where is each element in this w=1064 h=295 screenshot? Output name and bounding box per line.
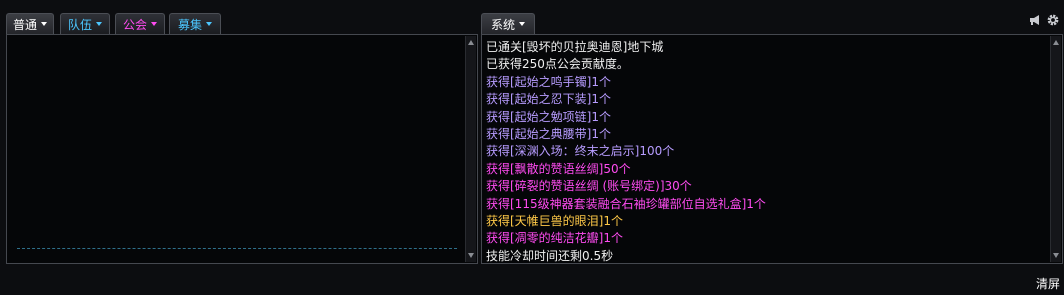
system-message[interactable]: 获得[天帷巨兽的眼泪]1个 xyxy=(486,213,1048,230)
tab-label: 队伍 xyxy=(67,17,92,32)
tab-guild[interactable]: 公会 xyxy=(115,13,165,34)
clear-screen-button[interactable]: 清屏 xyxy=(1036,275,1060,292)
chevron-down-icon xyxy=(41,22,47,26)
system-message[interactable]: 获得[起始之典腰带]1个 xyxy=(486,126,1048,143)
scroll-up-icon[interactable] xyxy=(1053,40,1059,45)
system-message[interactable]: 获得[碎裂的赞语丝绸 (账号绑定)]30个 xyxy=(486,178,1048,195)
chevron-down-icon xyxy=(96,22,102,26)
scroll-down-icon[interactable] xyxy=(468,253,474,258)
system-message: 技能冷却时间还剩0.5秒 xyxy=(486,248,614,263)
system-message[interactable]: 获得[起始之忍下装]1个 xyxy=(486,91,1048,108)
scroll-up-icon[interactable] xyxy=(468,40,474,45)
system-message[interactable]: 获得[飘散的赞语丝绸]50个 xyxy=(486,161,1048,178)
chat-input-divider xyxy=(17,248,457,249)
tab-label: 普通 xyxy=(12,17,37,32)
chevron-down-icon xyxy=(151,22,157,26)
tab-label: 募集 xyxy=(177,17,202,32)
normal-chat-scrollbar[interactable] xyxy=(465,36,476,262)
tab-normal[interactable]: 普通 xyxy=(6,13,54,34)
system-message[interactable]: 获得[起始之鸣手镯]1个 xyxy=(486,74,1048,91)
system-message[interactable]: 获得[起始之勉项链]1个 xyxy=(486,109,1048,126)
tab-system[interactable]: 系统 xyxy=(481,13,535,34)
chat-window: 普通 队伍 公会 募集 系统 已通关[毁坏的贝拉奥迪恩]地下城 已获得250点公… xyxy=(0,0,1064,295)
system-message[interactable]: 获得[凋零的纯洁花瓣]1个 xyxy=(486,230,1048,247)
tab-label: 系统 xyxy=(490,17,515,32)
megaphone-icon[interactable] xyxy=(1028,13,1042,27)
system-message-list: 已通关[毁坏的贝拉奥迪恩]地下城 已获得250点公会贡献度。 获得[起始之鸣手镯… xyxy=(486,39,1048,265)
system-message: 已通关[毁坏的贝拉奥迪恩]地下城 xyxy=(486,40,664,54)
system-message[interactable]: 获得[深渊入场：终末之启示]100个 xyxy=(486,143,1048,160)
chevron-down-icon xyxy=(206,22,212,26)
system-message[interactable]: 获得[115级神器套装融合石袖珍罐部位自选礼盒]1个 xyxy=(486,196,1048,213)
chevron-down-icon xyxy=(519,22,525,26)
tab-team[interactable]: 队伍 xyxy=(60,13,110,34)
normal-chat-panel xyxy=(6,34,478,264)
tab-recruit[interactable]: 募集 xyxy=(169,13,221,34)
tab-label: 公会 xyxy=(122,17,147,32)
system-message: 已获得250点公会贡献度。 xyxy=(486,57,629,72)
system-chat-panel: 已通关[毁坏的贝拉奥迪恩]地下城 已获得250点公会贡献度。 获得[起始之鸣手镯… xyxy=(481,34,1063,264)
gear-icon[interactable] xyxy=(1046,13,1060,27)
scroll-down-icon[interactable] xyxy=(1053,253,1059,258)
system-chat-scrollbar[interactable] xyxy=(1050,36,1061,262)
